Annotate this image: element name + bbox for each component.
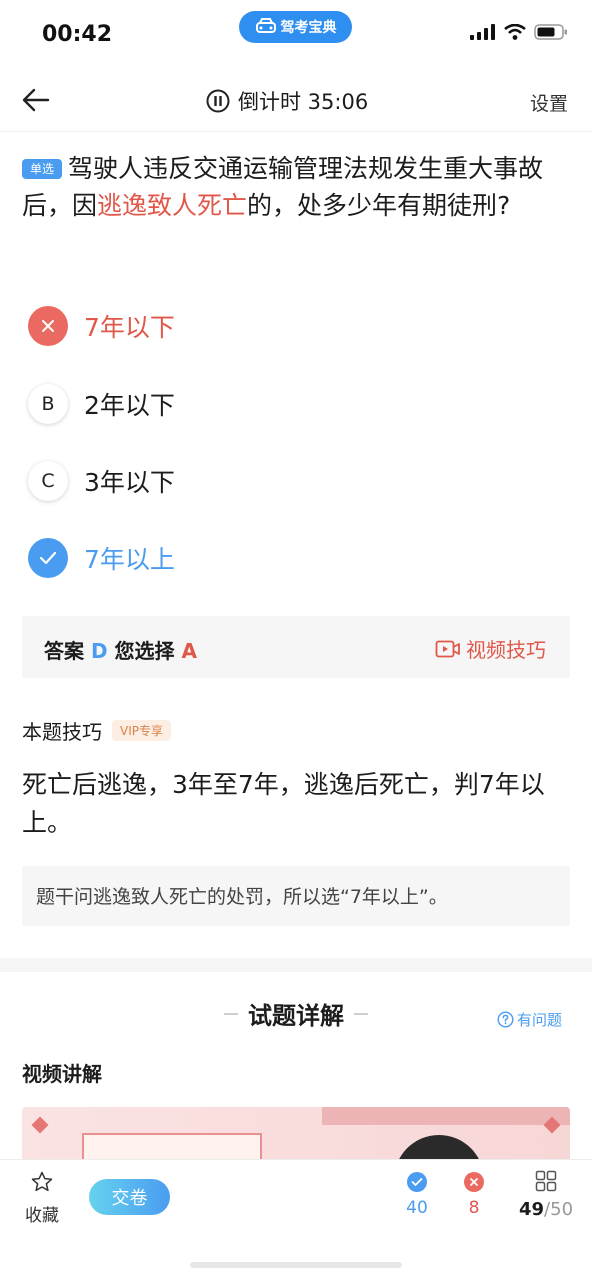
favorite-label: 收藏 bbox=[25, 1206, 59, 1226]
report-question-button[interactable]: 有问题 bbox=[497, 1009, 562, 1030]
video-icon bbox=[435, 640, 460, 657]
battery-icon bbox=[534, 24, 567, 40]
correct-count[interactable]: 40 bbox=[397, 1172, 437, 1218]
option-b-text: 2年以下 bbox=[84, 391, 175, 420]
status-time: 00:42 bbox=[42, 22, 113, 47]
favorite-button[interactable]: 收藏 bbox=[22, 1170, 62, 1226]
title-line-right bbox=[354, 1012, 368, 1015]
car-icon bbox=[255, 18, 276, 33]
wrong-count-value: 8 bbox=[468, 1198, 480, 1218]
option-d-text: 7年以上 bbox=[84, 545, 175, 574]
grid-icon bbox=[535, 1170, 557, 1192]
explanation-title: 试题详解 bbox=[248, 1002, 344, 1030]
submit-exam-button[interactable]: 交卷 bbox=[89, 1179, 170, 1215]
settings-button[interactable]: 设置 bbox=[530, 89, 568, 116]
home-indicator[interactable] bbox=[190, 1262, 402, 1268]
thumb-diamond-left bbox=[31, 1116, 49, 1134]
section-divider bbox=[0, 958, 592, 972]
answer-value: D bbox=[90, 639, 108, 663]
tip-title: 本题技巧 bbox=[22, 720, 102, 744]
countdown-timer[interactable]: 倒计时 35:06 bbox=[206, 86, 368, 116]
video-thumbnail[interactable] bbox=[22, 1107, 570, 1159]
option-a-text: 7年以下 bbox=[84, 313, 175, 342]
back-arrow-icon[interactable] bbox=[18, 82, 54, 118]
progress-total: /50 bbox=[544, 1199, 574, 1220]
video-explanation-heading: 视频讲解 bbox=[22, 1062, 102, 1086]
correct-check-icon bbox=[28, 538, 68, 578]
title-line-left bbox=[224, 1012, 238, 1015]
star-icon bbox=[31, 1171, 53, 1192]
correct-count-value: 40 bbox=[406, 1198, 428, 1218]
answer-summary: 答案 D 您选择 A bbox=[44, 635, 197, 664]
signal-icon bbox=[470, 24, 495, 40]
answer-label: 答案 bbox=[44, 639, 84, 663]
app-pill-label: 驾考宝典 bbox=[280, 20, 337, 36]
video-tip-button[interactable]: 视频技巧 bbox=[435, 634, 546, 663]
tip-body: 死亡后逃逸，3年至7年，逃逸后死亡，判7年以上。 bbox=[22, 770, 545, 837]
status-bar: 00:42 驾考宝典 bbox=[0, 0, 592, 68]
option-c-text: 3年以下 bbox=[84, 468, 175, 497]
report-question-label: 有问题 bbox=[516, 1011, 562, 1029]
app-return-pill[interactable]: 驾考宝典 bbox=[239, 11, 352, 43]
top-nav: 倒计时 35:06 设置 bbox=[0, 68, 592, 132]
option-c-letter: C bbox=[28, 461, 68, 501]
option-b[interactable]: B 2年以下 bbox=[28, 384, 175, 424]
bottom-bar: 收藏 交卷 40 8 49/50 bbox=[0, 1159, 592, 1280]
option-c[interactable]: C 3年以下 bbox=[28, 461, 175, 501]
check-icon bbox=[407, 1172, 427, 1192]
answer-bar: 答案 D 您选择 A 视频技巧 bbox=[22, 616, 570, 678]
question-text-highlight: 逃逸致人死亡 bbox=[97, 191, 248, 220]
tip-note: 题干问逃逸致人死亡的处罚，所以选“7年以上”。 bbox=[22, 866, 570, 926]
question-progress[interactable]: 49/50 bbox=[514, 1170, 578, 1220]
option-a[interactable]: 7年以下 bbox=[28, 306, 175, 346]
status-icons bbox=[470, 24, 568, 40]
timer-label: 倒计时 35:06 bbox=[238, 90, 369, 114]
vip-badge: VIP专享 bbox=[112, 720, 171, 741]
chosen-label: 您选择 bbox=[114, 639, 175, 663]
thumb-band bbox=[322, 1107, 570, 1125]
chosen-value: A bbox=[181, 639, 197, 663]
question-type-tag: 单选 bbox=[22, 159, 63, 179]
thumb-presenter bbox=[394, 1135, 484, 1159]
question-stem: 单选 驾驶人违反交通运输管理法规发生重大事故后，因逃逸致人死亡的，处多少年有期徒刑… bbox=[22, 150, 574, 224]
x-icon bbox=[464, 1172, 484, 1192]
option-b-letter: B bbox=[28, 384, 68, 424]
wifi-icon bbox=[504, 24, 526, 40]
video-tip-label: 视频技巧 bbox=[466, 638, 546, 662]
wrong-count[interactable]: 8 bbox=[454, 1172, 494, 1218]
tip-header: 本题技巧 VIP专享 bbox=[22, 716, 171, 745]
option-d[interactable]: 7年以上 bbox=[28, 538, 175, 578]
progress-current: 49 bbox=[518, 1199, 545, 1220]
question-circle-icon bbox=[497, 1011, 514, 1028]
wrong-x-icon bbox=[28, 306, 68, 346]
thumb-title-box bbox=[82, 1133, 262, 1159]
pause-icon bbox=[206, 89, 230, 113]
question-text-after: 的，处多少年有期徒刑? bbox=[247, 191, 511, 220]
